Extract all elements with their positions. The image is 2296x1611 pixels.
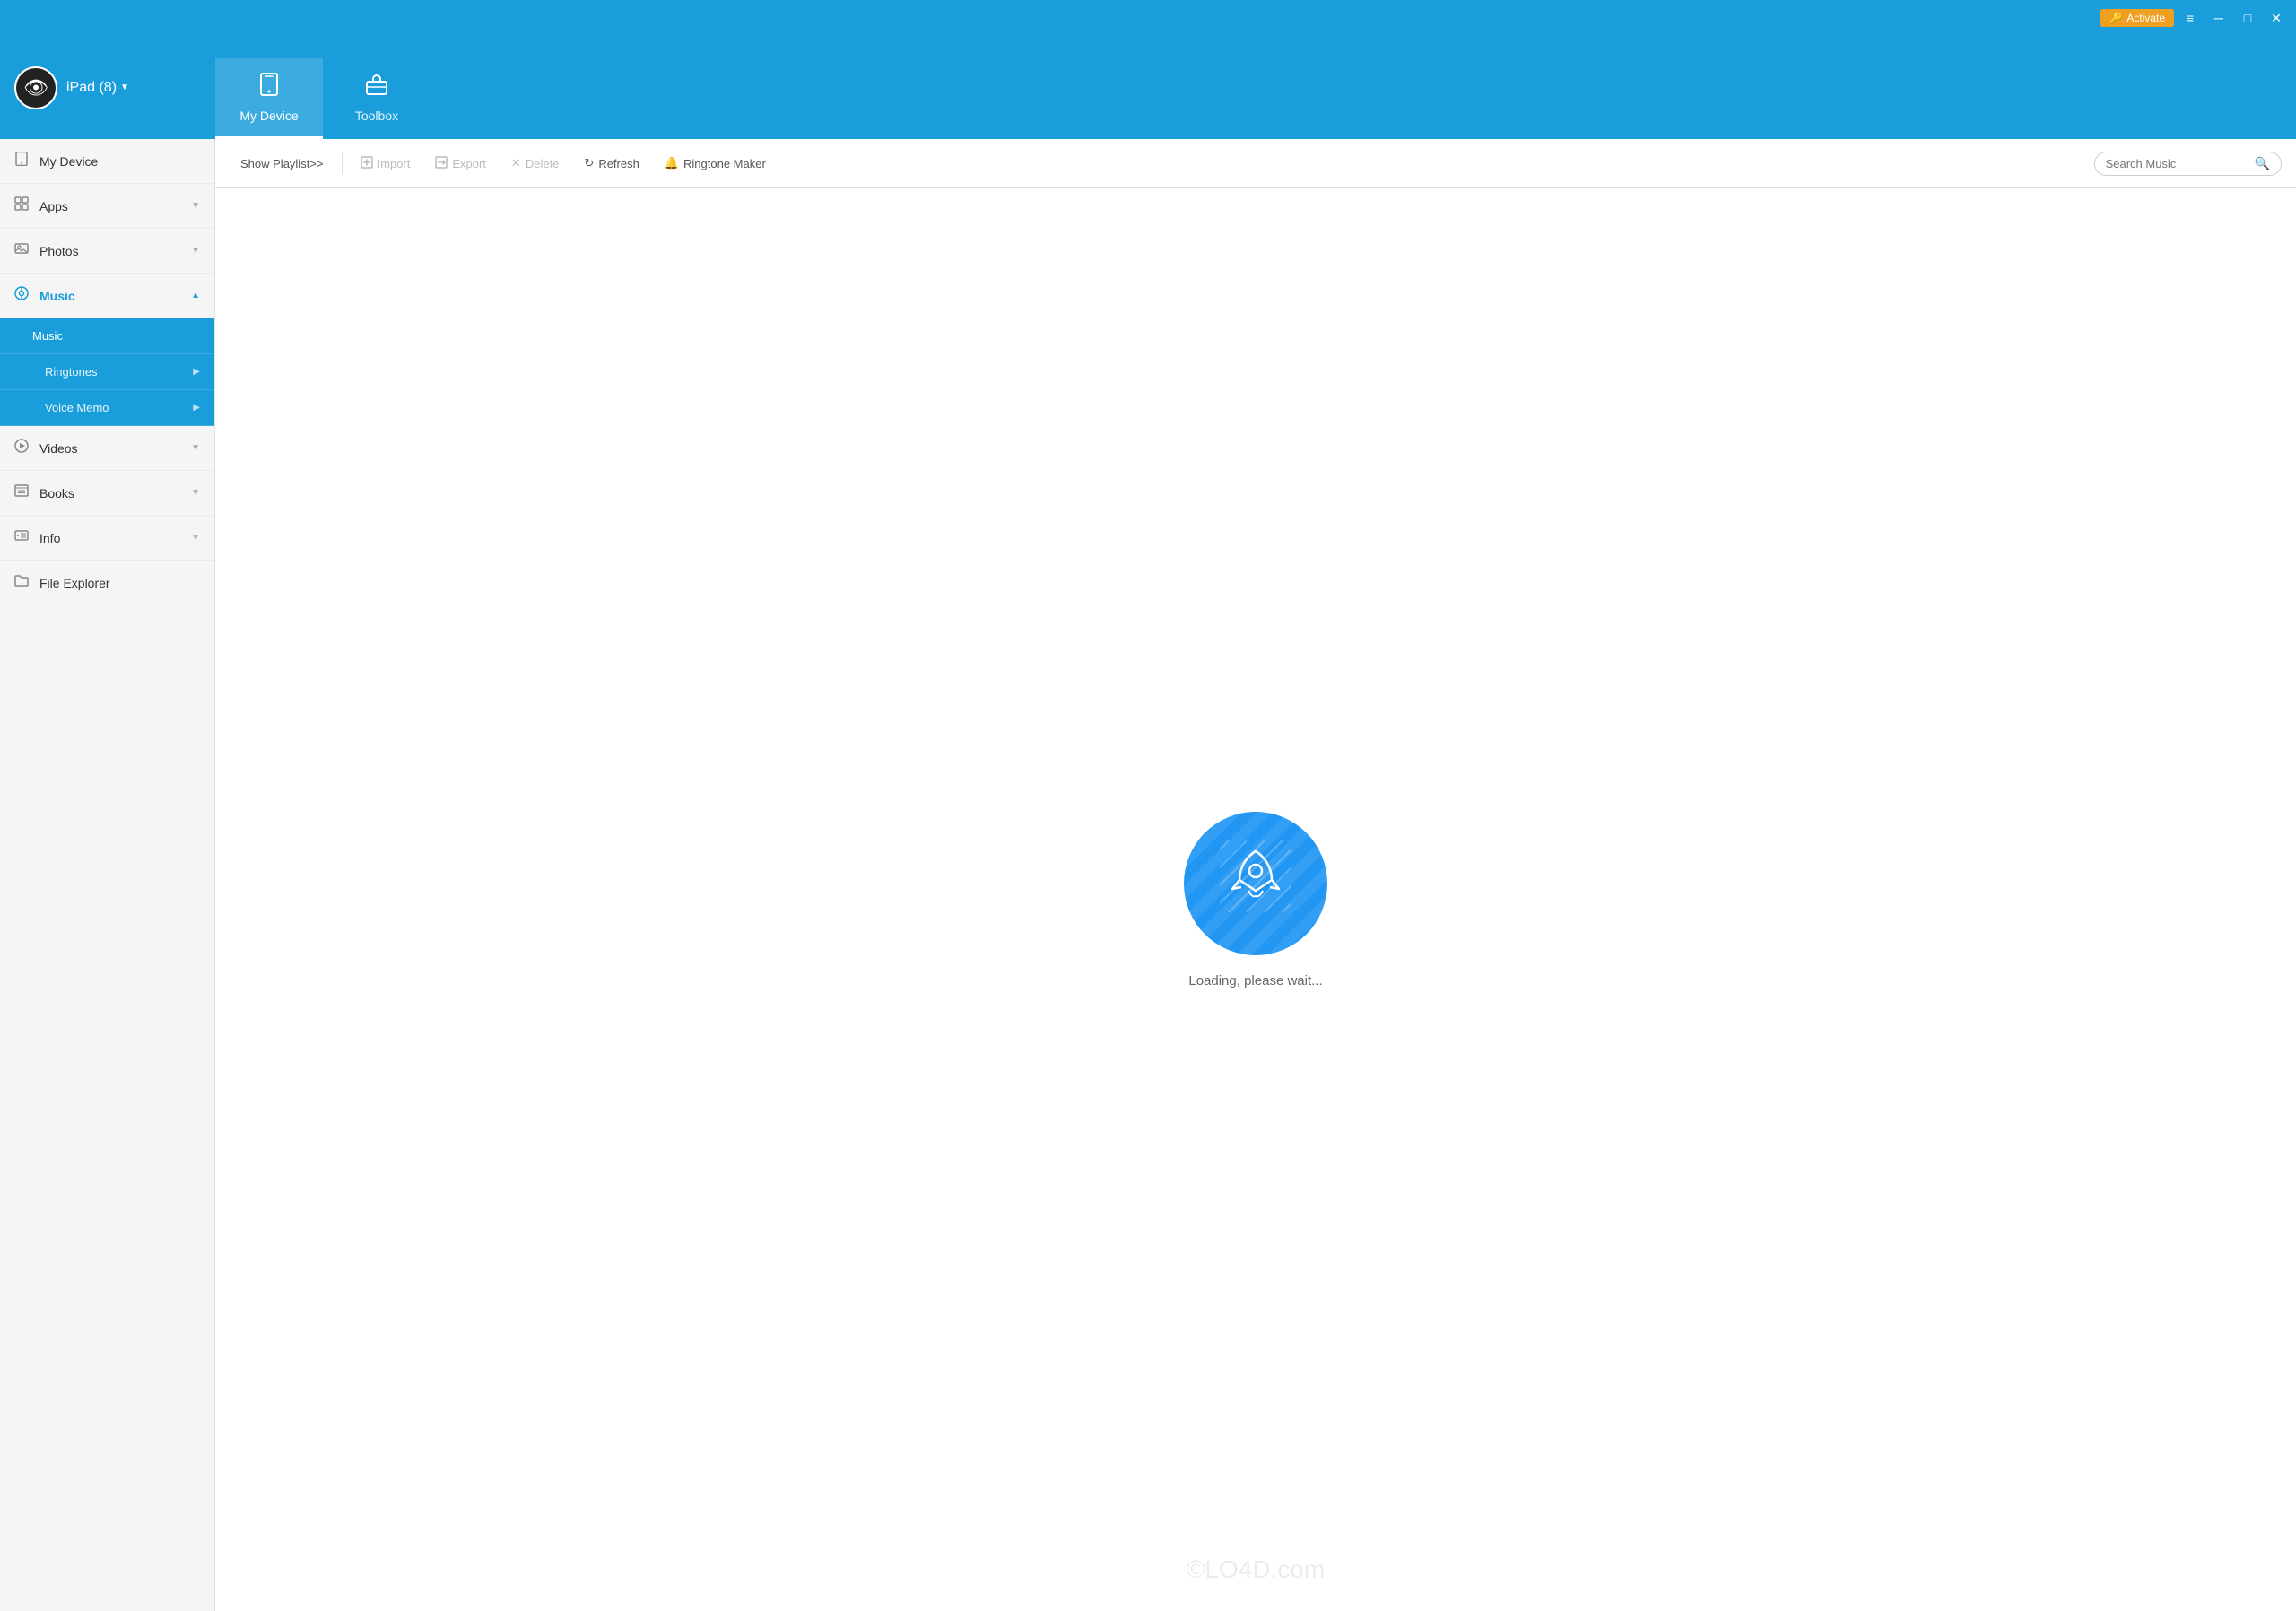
- sidebar-file-explorer-label: File Explorer: [39, 576, 110, 590]
- voice-memo-chevron-icon: ▶: [193, 403, 200, 413]
- sidebar-item-books[interactable]: Books ▼: [0, 471, 214, 516]
- my-device-tab-label: My Device: [239, 109, 298, 123]
- show-playlist-button[interactable]: Show Playlist>>: [230, 152, 335, 176]
- sidebar-ringtones[interactable]: Ringtones ▶: [0, 354, 214, 390]
- import-icon: [361, 156, 373, 171]
- ringtone-maker-label: Ringtone Maker: [683, 157, 766, 170]
- toolbox-tab-label: Toolbox: [355, 109, 398, 123]
- sidebar-books-label: Books: [39, 486, 74, 501]
- refresh-icon: ↻: [584, 156, 594, 170]
- ringtones-chevron-icon: ▶: [193, 367, 200, 377]
- sidebar-videos-label: Videos: [39, 441, 78, 456]
- ringtone-maker-button[interactable]: 🔔 Ringtone Maker: [654, 151, 777, 176]
- sidebar-item-file-explorer[interactable]: File Explorer: [0, 561, 214, 605]
- voice-memo-label: Voice Memo: [45, 401, 109, 414]
- sidebar-info-label: Info: [39, 531, 60, 545]
- minimize-icon: ─: [2214, 11, 2223, 25]
- apps-chevron-icon: ▼: [191, 201, 200, 211]
- app-logo: 👁: [14, 66, 57, 109]
- menu-button[interactable]: ≡: [2178, 5, 2203, 30]
- activate-label: Activate: [2126, 12, 2165, 24]
- photos-icon: [14, 241, 29, 260]
- toolbar-separator-1: [342, 152, 343, 174]
- loading-text: Loading, please wait...: [1188, 973, 1322, 988]
- main-area: Show Playlist>> Import Export: [215, 139, 2296, 1611]
- minimize-button[interactable]: ─: [2206, 5, 2231, 30]
- menu-icon: ≡: [2187, 11, 2194, 25]
- delete-label: Delete: [526, 157, 560, 170]
- title-bar: 🔑 Activate ≡ ─ □ ✕: [0, 0, 2296, 36]
- loading-animation: [1184, 812, 1327, 955]
- close-button[interactable]: ✕: [2264, 5, 2289, 30]
- refresh-label: Refresh: [598, 157, 639, 170]
- nav-tabs: My Device Toolbox: [215, 36, 430, 139]
- header: 👁 iPad (8) ▼ My Device: [0, 36, 2296, 139]
- sidebar-item-music[interactable]: Music ▲: [0, 274, 214, 318]
- music-chevron-icon: ▲: [191, 291, 200, 300]
- toolbar: Show Playlist>> Import Export: [215, 139, 2296, 188]
- delete-button[interactable]: ✕ Delete: [500, 151, 570, 176]
- device-selector[interactable]: iPad (8) ▼: [66, 80, 129, 96]
- sidebar-my-device-label: My Device: [39, 154, 98, 169]
- music-icon: [14, 286, 29, 305]
- show-playlist-label: Show Playlist>>: [240, 157, 324, 170]
- delete-icon: ✕: [511, 156, 521, 170]
- export-button[interactable]: Export: [424, 151, 497, 177]
- info-icon: [14, 528, 29, 547]
- sidebar-voice-memo[interactable]: Voice Memo ▶: [0, 390, 214, 426]
- sidebar-item-videos[interactable]: Videos ▼: [0, 426, 214, 471]
- bell-icon: 🔔: [665, 156, 679, 170]
- sidebar-item-photos[interactable]: Photos ▼: [0, 229, 214, 274]
- key-icon: 🔑: [2109, 12, 2123, 24]
- books-chevron-icon: ▼: [191, 488, 200, 498]
- music-sub-label: Music: [32, 329, 63, 343]
- file-explorer-icon: [14, 573, 29, 592]
- import-button[interactable]: Import: [350, 151, 422, 177]
- videos-chevron-icon: ▼: [191, 443, 200, 453]
- books-icon: [14, 483, 29, 502]
- sidebar-item-my-device[interactable]: My Device: [0, 139, 214, 184]
- search-input[interactable]: [2106, 157, 2249, 170]
- device-caret-icon: ▼: [120, 83, 129, 92]
- tab-my-device[interactable]: My Device: [215, 58, 323, 139]
- content-area: Loading, please wait...: [215, 188, 2296, 1611]
- sidebar-item-apps[interactable]: Apps ▼: [0, 184, 214, 229]
- search-box: 🔍: [2094, 152, 2282, 176]
- sidebar-music-label: Music: [39, 289, 75, 303]
- maximize-button[interactable]: □: [2235, 5, 2260, 30]
- ringtones-label: Ringtones: [45, 365, 98, 379]
- logo-area: 👁 iPad (8) ▼: [0, 36, 215, 139]
- refresh-button[interactable]: ↻ Refresh: [573, 151, 649, 176]
- device-name-label: iPad (8): [66, 80, 117, 96]
- logo-icon: 👁: [23, 76, 48, 100]
- tab-toolbox[interactable]: Toolbox: [323, 58, 430, 139]
- sidebar: My Device Apps ▼ Photos ▼: [0, 139, 215, 1611]
- my-device-tab-icon: [257, 73, 281, 101]
- my-device-icon: [14, 152, 29, 170]
- activate-button[interactable]: 🔑 Activate: [2100, 9, 2174, 27]
- title-bar-controls: 🔑 Activate ≡ ─ □ ✕: [2100, 5, 2289, 30]
- sidebar-apps-label: Apps: [39, 199, 68, 213]
- close-icon: ✕: [2271, 11, 2282, 26]
- maximize-icon: □: [2244, 11, 2251, 25]
- rocket-icon: [1220, 840, 1292, 927]
- import-label: Import: [378, 157, 411, 170]
- videos-icon: [14, 439, 29, 457]
- export-icon: [435, 156, 448, 171]
- apps-icon: [14, 196, 29, 215]
- info-chevron-icon: ▼: [191, 533, 200, 543]
- export-label: Export: [452, 157, 486, 170]
- music-submenu: Music Ringtones ▶ Voice Memo ▶: [0, 318, 214, 426]
- search-icon[interactable]: 🔍: [2255, 156, 2270, 171]
- photos-chevron-icon: ▼: [191, 246, 200, 256]
- toolbox-tab-icon: [365, 73, 388, 101]
- sidebar-photos-label: Photos: [39, 244, 79, 258]
- sidebar-item-info[interactable]: Info ▼: [0, 516, 214, 561]
- sidebar-music-sub[interactable]: Music: [0, 318, 214, 354]
